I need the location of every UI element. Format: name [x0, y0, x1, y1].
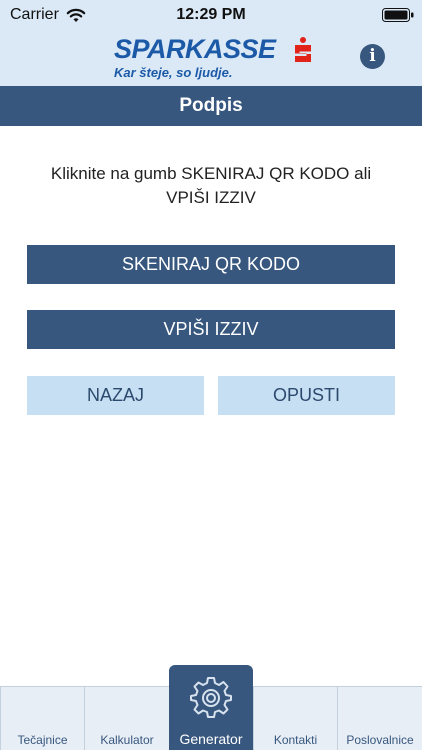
- instruction-line-2: VPIŠI IZZIV: [166, 188, 256, 207]
- tab-label: Kontakti: [273, 733, 318, 747]
- tab-exchange-rates[interactable]: Tečajnice: [0, 686, 84, 750]
- status-bar: Carrier 12:29 PM: [0, 0, 422, 30]
- instruction-line-1: Kliknite na gumb SKENIRAJ QR KODO ali: [50, 164, 372, 183]
- brand-header: SPARKASSE Kar šteje, so ljudje. i: [0, 30, 422, 86]
- logo-wordmark: SPARKASSE: [114, 34, 276, 64]
- tab-label: Kalkulator: [100, 733, 154, 747]
- scan-qr-button[interactable]: SKENIRAJ QR KODO: [27, 245, 395, 284]
- tab-generator[interactable]: Generator: [169, 665, 253, 750]
- tab-label: Poslovalnice: [346, 733, 414, 747]
- enter-challenge-button[interactable]: VPIŠI IZZIV: [27, 310, 395, 349]
- sparkasse-s-icon: [295, 37, 311, 62]
- gear-icon: [190, 677, 232, 718]
- info-icon[interactable]: i: [360, 44, 385, 69]
- tab-branches[interactable]: Poslovalnice: [337, 686, 422, 750]
- cancel-button[interactable]: OPUSTI: [218, 376, 395, 415]
- page-title: Podpis: [0, 86, 422, 126]
- tab-bar: Tečajnice Kalkulator Generator Kontakti …: [0, 665, 422, 750]
- tab-label: Generator: [179, 731, 243, 747]
- tab-label: Tečajnice: [17, 733, 68, 747]
- tab-contacts[interactable]: Kontakti: [253, 686, 337, 750]
- status-time: 12:29 PM: [176, 6, 246, 23]
- tab-calculator[interactable]: Kalkulator: [84, 686, 169, 750]
- battery-icon: [382, 8, 414, 22]
- back-button[interactable]: NAZAJ: [27, 376, 204, 415]
- sparkasse-logo: SPARKASSE Kar šteje, so ljudje.: [114, 34, 311, 84]
- logo-tagline: Kar šteje, so ljudje.: [114, 65, 233, 80]
- instruction-text: Kliknite na gumb SKENIRAJ QR KODO ali VP…: [20, 162, 402, 210]
